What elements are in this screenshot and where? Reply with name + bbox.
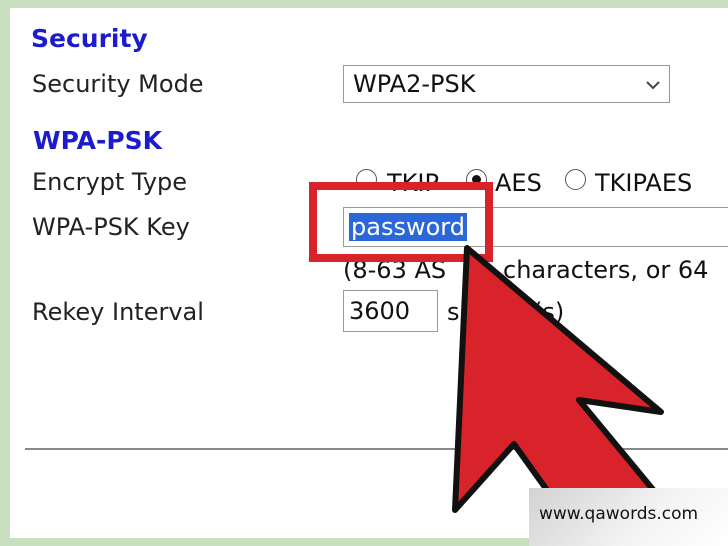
watermark: www.qawords.com (529, 488, 728, 546)
watermark-text: www.qawords.com (539, 504, 699, 524)
pointer-arrow-icon (452, 245, 664, 546)
